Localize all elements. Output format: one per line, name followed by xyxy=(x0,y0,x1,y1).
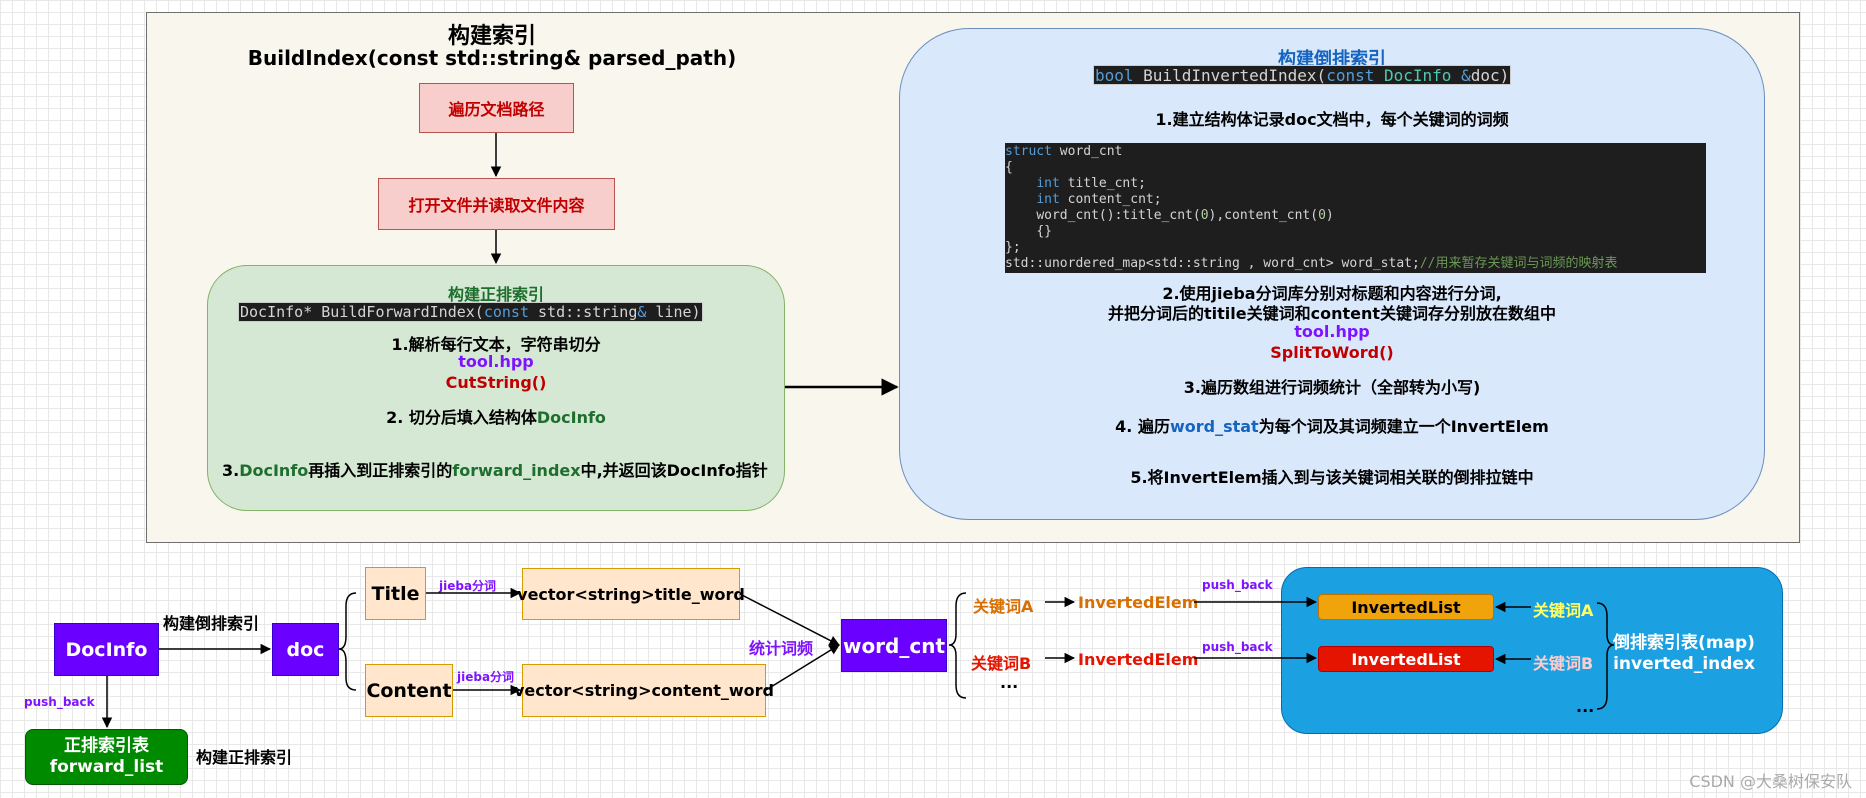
brace-map xyxy=(1596,602,1615,710)
arrow-contentvec-to-wordcnt xyxy=(765,644,840,691)
brace-word-cnt xyxy=(948,592,967,699)
brace-doc xyxy=(338,592,357,691)
connector-layer xyxy=(101,133,1615,729)
arrow-titlevec-to-wordcnt xyxy=(739,593,840,646)
